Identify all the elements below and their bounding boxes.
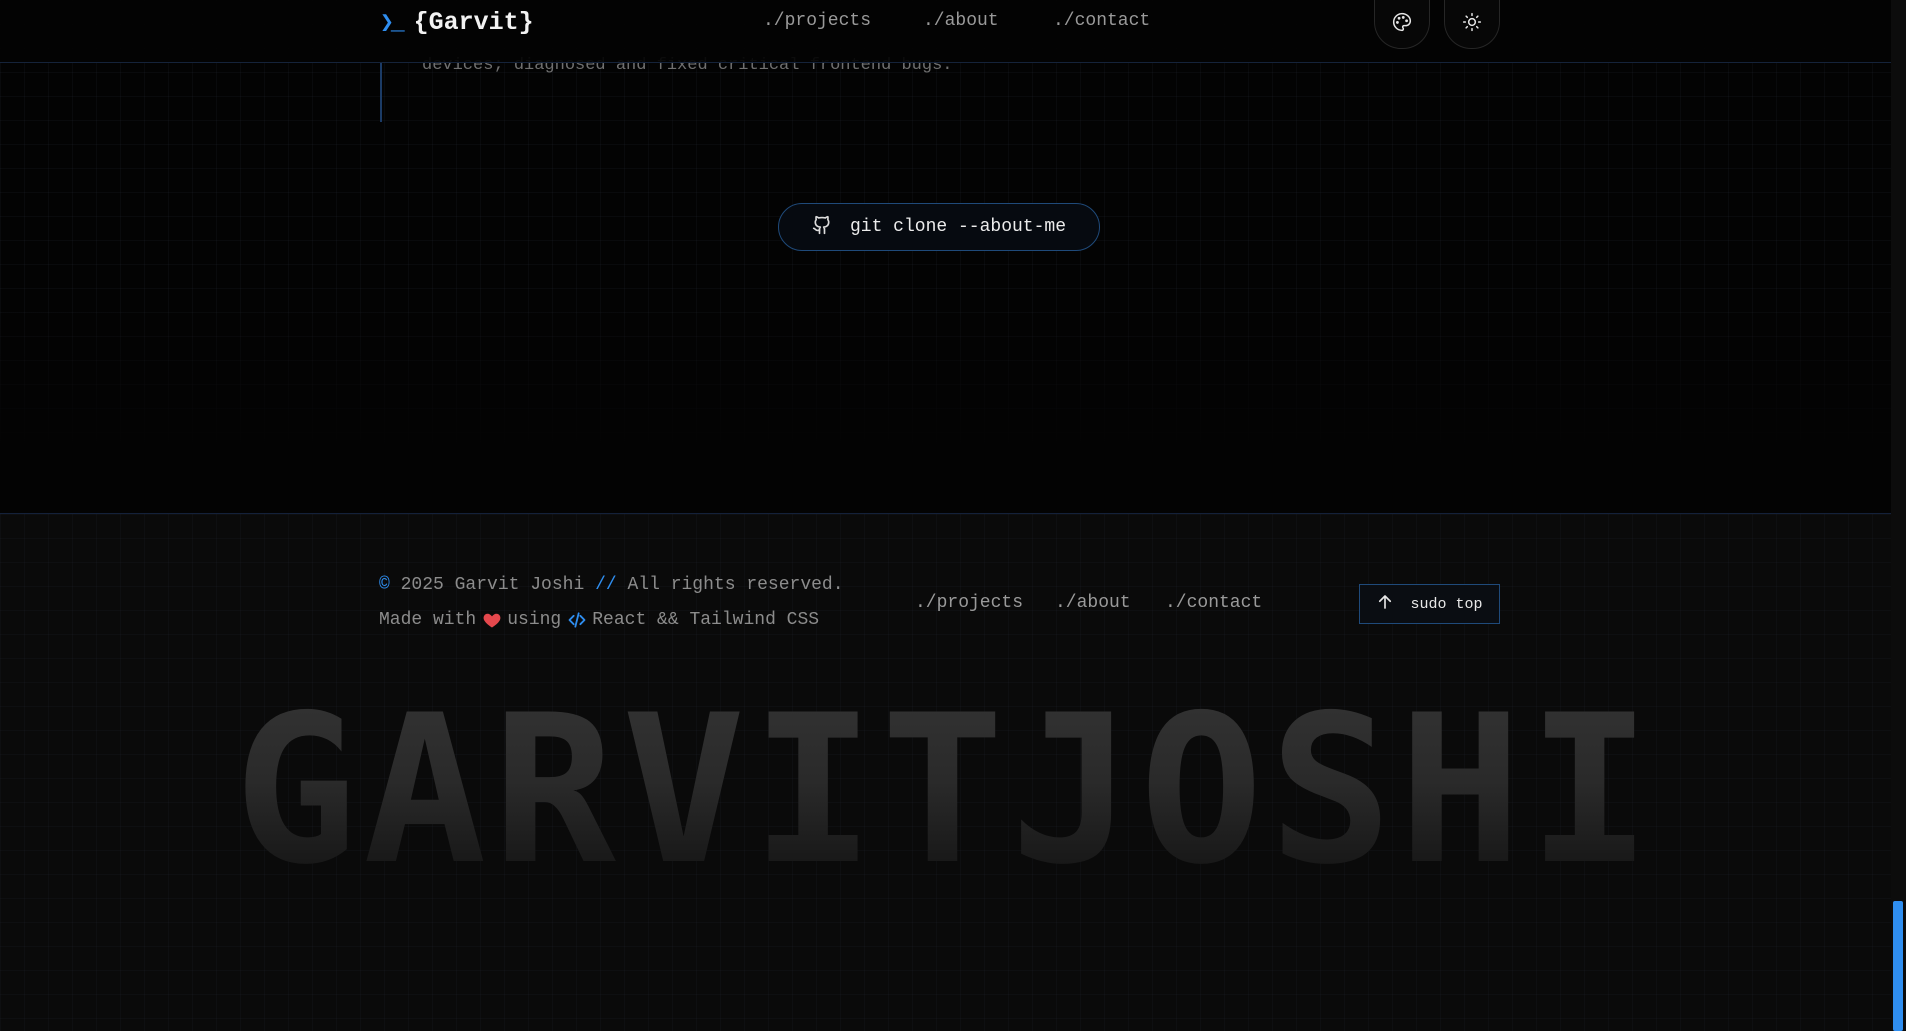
nav-about[interactable]: ./about xyxy=(923,11,999,31)
footer-nav-contact[interactable]: ./contact xyxy=(1165,593,1262,613)
page: devices; diagnosed and fixed critical fr… xyxy=(0,0,1906,1031)
site-header: ❯_ {Garvit} ./projects ./about ./contact xyxy=(0,0,1891,63)
tech-stack-text: React && Tailwind CSS xyxy=(592,610,820,630)
code-icon xyxy=(567,610,587,630)
palette-button[interactable] xyxy=(1374,0,1430,49)
git-clone-label: git clone --about-me xyxy=(849,217,1067,237)
copyright-text: 2025 Garvit Joshi xyxy=(400,575,585,595)
made-with-text: Made with xyxy=(379,610,477,630)
logo-text: {Garvit} xyxy=(413,8,534,37)
nav-contact[interactable]: ./contact xyxy=(1053,11,1150,31)
footer-nav-about[interactable]: ./about xyxy=(1055,593,1131,613)
git-clone-about-button[interactable]: git clone --about-me xyxy=(778,203,1100,251)
sudo-top-label: sudo top xyxy=(1410,595,1483,613)
logo-link[interactable]: ❯_ {Garvit} xyxy=(380,8,534,37)
heart-icon xyxy=(482,610,502,630)
sun-icon xyxy=(1462,12,1482,37)
site-footer: © 2025 Garvit Joshi // All rights reserv… xyxy=(0,513,1891,1031)
scrollbar-thumb[interactable] xyxy=(1893,901,1903,1031)
copyright: © 2025 Garvit Joshi // All rights reserv… xyxy=(379,575,844,595)
theme-toggle-button[interactable] xyxy=(1444,0,1500,49)
main-section: devices; diagnosed and fixed critical fr… xyxy=(0,0,1891,513)
nav-projects[interactable]: ./projects xyxy=(763,11,871,31)
timeline-line xyxy=(380,62,382,122)
copyright-separator: // xyxy=(595,575,617,595)
footer-nav-projects[interactable]: ./projects xyxy=(915,593,1023,613)
footer-big-name: GARVITJOSHI xyxy=(0,689,1891,894)
github-icon xyxy=(812,215,832,240)
scroll-to-top-button[interactable]: sudo top xyxy=(1359,584,1500,624)
section-fade xyxy=(0,300,1891,513)
copyright-symbol: © xyxy=(379,575,390,595)
page-scrollbar[interactable] xyxy=(1891,0,1906,1031)
using-text: using xyxy=(507,610,562,630)
arrow-up-icon xyxy=(1376,593,1394,616)
made-with-line: Made with using React && Tailwind CSS xyxy=(379,610,819,630)
rights-text: All rights reserved. xyxy=(627,575,844,595)
palette-icon xyxy=(1392,12,1412,37)
terminal-icon: ❯_ xyxy=(380,10,405,36)
